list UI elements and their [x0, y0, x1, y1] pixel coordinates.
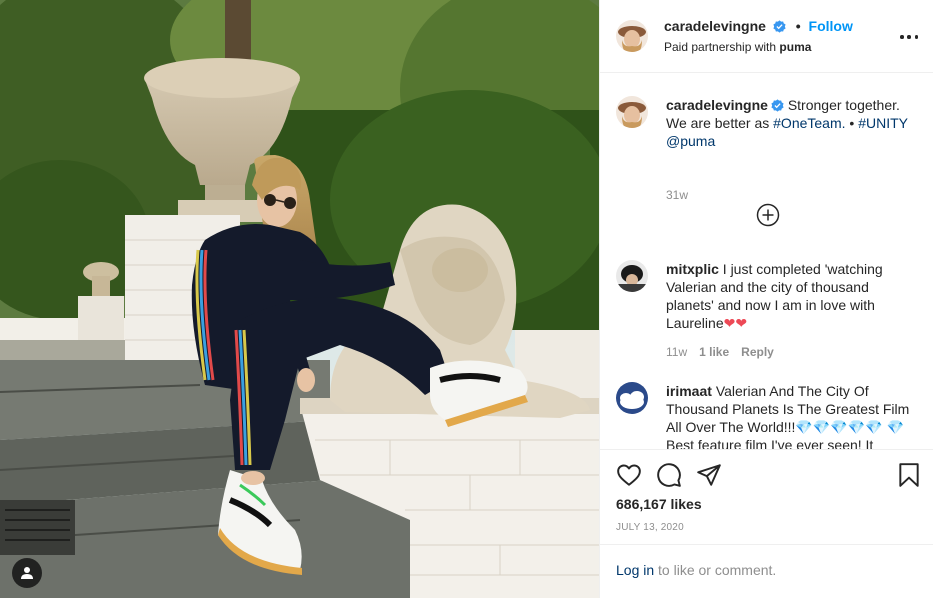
comments-section[interactable]: caradelevingne Stronger together. We are… [600, 74, 933, 449]
login-link[interactable]: Log in [616, 562, 654, 578]
avatar[interactable] [616, 96, 648, 128]
tagged-user-button[interactable] [12, 558, 42, 588]
share-icon[interactable] [696, 462, 722, 488]
partner-link[interactable]: puma [779, 40, 811, 54]
caption-text: caradelevingne Stronger together. We are… [666, 96, 914, 150]
avatar-image [616, 260, 648, 292]
caption-separator: • [849, 115, 855, 131]
login-suffix: to like or comment. [654, 562, 777, 578]
comment-item: mitxplic I just completed 'watching Vale… [616, 260, 916, 360]
login-text: Log in to like or comment. [616, 562, 776, 578]
login-prompt: Log in to like or comment. [600, 544, 933, 598]
reply-button[interactable]: Reply [741, 345, 774, 359]
follow-button[interactable]: Follow [809, 18, 853, 34]
avatar[interactable] [616, 382, 648, 414]
avatar[interactable] [616, 260, 648, 292]
bookmark-icon[interactable] [896, 462, 922, 488]
avatar-image [616, 20, 648, 52]
load-more-comments-icon[interactable] [756, 203, 780, 227]
more-options-icon[interactable] [900, 28, 918, 46]
username-link[interactable]: caradelevingne [664, 18, 766, 34]
post-photo[interactable] [0, 0, 599, 598]
post-header: caradelevingne • Follow Paid partnership… [600, 0, 933, 73]
partnership-line: Paid partnership with puma [664, 40, 811, 54]
username-link[interactable]: caradelevingne [666, 97, 768, 113]
caption-age[interactable]: 31w [666, 188, 688, 202]
post-date[interactable]: JULY 13, 2020 [616, 522, 684, 533]
heart-emoji: ❤❤ [723, 315, 748, 331]
diamond-emojis: 💎💎💎💎💎 [795, 419, 883, 435]
username-link[interactable]: irimaat [666, 383, 712, 399]
person-icon [21, 567, 33, 579]
mention-link[interactable]: @puma [666, 133, 715, 149]
verified-badge-icon [773, 20, 786, 33]
header-user-line: caradelevingne • Follow [664, 18, 853, 34]
heart-icon[interactable] [616, 462, 642, 488]
post-image [0, 0, 599, 598]
comment-text: irimaat Valerian And The City Of Thousan… [666, 382, 914, 449]
username-link[interactable]: mitxplic [666, 261, 719, 277]
avatar[interactable] [616, 20, 648, 52]
avatar-image [616, 96, 648, 128]
comment-item: irimaat Valerian And The City Of Thousan… [616, 382, 916, 449]
post-side-panel: caradelevingne • Follow Paid partnership… [599, 0, 933, 598]
likes-count[interactable]: 686,167 likes [616, 496, 702, 512]
post-actions: 686,167 likes JULY 13, 2020 Log in to li… [600, 449, 933, 598]
comment-text: mitxplic I just completed 'watching Vale… [666, 260, 914, 332]
verified-badge-icon [771, 99, 784, 112]
caption: caradelevingne Stronger together. We are… [616, 96, 916, 202]
hashtag-link[interactable]: #OneTeam. [773, 115, 845, 131]
hashtag-link[interactable]: #UNITY [858, 115, 908, 131]
avatar-image [616, 382, 648, 414]
comment-likes[interactable]: 1 like [699, 345, 729, 359]
partnership-label: Paid partnership with [664, 40, 777, 54]
comment-meta: 11w 1 like Reply [666, 345, 774, 359]
comment-age[interactable]: 11w [666, 345, 687, 359]
comment-icon[interactable] [656, 462, 682, 488]
separator-dot: • [795, 18, 801, 34]
